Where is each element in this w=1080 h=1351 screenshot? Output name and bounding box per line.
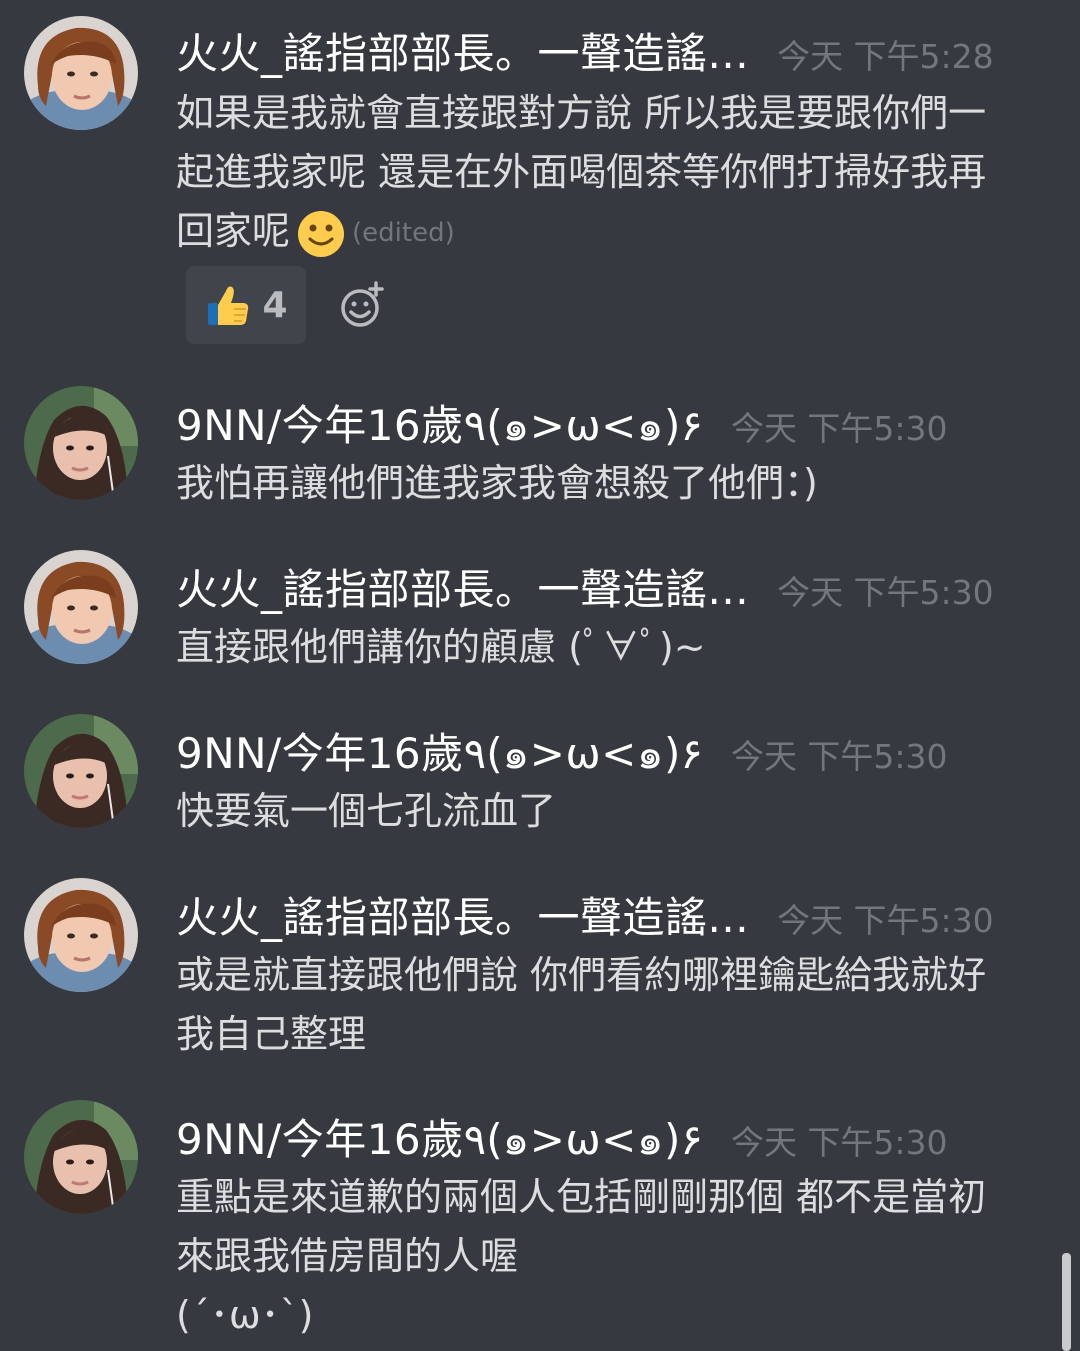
timestamp: 今天 下午5:30 xyxy=(730,1123,948,1162)
author-name[interactable]: 火火_謠指部部長。一聲造謠... xyxy=(176,20,749,81)
message-line: 直接跟他們講你的顧慮 (ﾟ∀ﾟ)~ xyxy=(176,625,706,669)
message-content: 如果是我就會直接跟對方說 所以我是要跟你們一 起進我家呢 還是在外面喝個茶等你們… xyxy=(176,84,1046,263)
add-reaction-icon[interactable] xyxy=(338,280,388,330)
reactions-bar: 4 xyxy=(186,266,388,344)
message-header: 9NN/今年16歲٩(๑>ω<๑)۶ 今天 下午5:30 xyxy=(176,1106,1060,1166)
avatar-orange-hair-image xyxy=(24,16,138,130)
message-header: 火火_謠指部部長。一聲造謠... 今天 下午5:30 xyxy=(176,884,1060,944)
author-name[interactable]: 火火_謠指部部長。一聲造謠... xyxy=(176,884,749,945)
timestamp: 今天 下午5:30 xyxy=(730,737,948,776)
message-line: (´･ω･`) xyxy=(176,1293,314,1337)
slightly-smiling-face-icon xyxy=(298,210,345,257)
message-4: 火火_謠指部部長。一聲造謠... 今天 下午5:30 或是就直接跟他們說 你們看… xyxy=(0,874,1080,1074)
message-header: 9NN/今年16歲٩(๑>ω<๑)۶ 今天 下午5:30 xyxy=(176,720,1060,780)
timestamp: 今天 下午5:30 xyxy=(777,573,994,612)
message-line: 如果是我就會直接跟對方說 所以我是要跟你們一 xyxy=(176,91,987,135)
message-content: 我怕再讓他們進我家我會想殺了他們：) xyxy=(176,454,1046,513)
message-0: 火火_謠指部部長。一聲造謠... 今天 下午5:28 如果是我就會直接跟對方說 … xyxy=(0,0,1080,360)
message-header: 9NN/今年16歲٩(๑>ω<๑)۶ 今天 下午5:30 xyxy=(176,392,1060,452)
message-line: 重點是來道歉的兩個人包括剛剛那個 都不是當初 xyxy=(176,1175,987,1219)
reaction-count: 4 xyxy=(262,284,288,326)
message-2: 火火_謠指部部長。一聲造謠... 今天 下午5:30 直接跟他們講你的顧慮 (ﾟ… xyxy=(0,546,1080,696)
author-name[interactable]: 9NN/今年16歲٩(๑>ω<๑)۶ xyxy=(176,720,703,787)
avatar-dark-hair-image xyxy=(24,1100,138,1214)
message-content: 重點是來道歉的兩個人包括剛剛那個 都不是當初 來跟我借房間的人喔 (´･ω･`) xyxy=(176,1168,1046,1345)
author-name[interactable]: 9NN/今年16歲٩(๑>ω<๑)۶ xyxy=(176,1106,703,1173)
avatar[interactable] xyxy=(24,1100,138,1214)
message-3: 9NN/今年16歲٩(๑>ω<๑)۶ 今天 下午5:30 快要氣一個七孔流血了 xyxy=(0,710,1080,860)
message-header: 火火_謠指部部長。一聲造謠... 今天 下午5:28 xyxy=(176,20,1060,80)
thumbs-up-icon xyxy=(208,286,249,325)
message-line: 快要氣一個七孔流血了 xyxy=(176,789,557,833)
avatar[interactable] xyxy=(24,550,138,664)
avatar[interactable] xyxy=(24,878,138,992)
message-content: 直接跟他們講你的顧慮 (ﾟ∀ﾟ)~ xyxy=(176,618,1046,677)
avatar[interactable] xyxy=(24,714,138,828)
avatar-dark-hair-image xyxy=(24,386,138,500)
avatar-orange-hair-image xyxy=(24,878,138,992)
message-line: 我自己整理 xyxy=(176,1012,367,1056)
message-line: 我怕再讓他們進我家我會想殺了他們：) xyxy=(176,461,818,505)
scrollbar-thumb[interactable] xyxy=(1062,1253,1071,1351)
message-line: 或是就直接跟他們說 你們看約哪裡鑰匙給我就好 xyxy=(176,953,987,997)
message-line: 回家呢 xyxy=(176,209,291,253)
message-1: 9NN/今年16歲٩(๑>ω<๑)۶ 今天 下午5:30 我怕再讓他們進我家我會… xyxy=(0,380,1080,530)
timestamp: 今天 下午5:30 xyxy=(777,901,994,940)
message-line: 起進我家呢 還是在外面喝個茶等你們打掃好我再 xyxy=(176,150,987,194)
message-content: 快要氣一個七孔流血了 xyxy=(176,782,1046,841)
reaction-thumbs-up[interactable]: 4 xyxy=(186,266,306,344)
message-line-with-emoji: 回家呢 (edited) xyxy=(176,202,1046,263)
author-name[interactable]: 9NN/今年16歲٩(๑>ω<๑)۶ xyxy=(176,392,703,459)
avatar[interactable] xyxy=(24,386,138,500)
chat-message-list: 火火_謠指部部長。一聲造謠... 今天 下午5:28 如果是我就會直接跟對方說 … xyxy=(0,0,1080,1351)
message-line: 來跟我借房間的人喔 xyxy=(176,1234,519,1278)
avatar-dark-hair-image xyxy=(24,714,138,828)
timestamp: 今天 下午5:30 xyxy=(730,409,948,448)
avatar-orange-hair-image xyxy=(24,550,138,664)
message-header: 火火_謠指部部長。一聲造謠... 今天 下午5:30 xyxy=(176,556,1060,616)
message-content: 或是就直接跟他們說 你們看約哪裡鑰匙給我就好 我自己整理 xyxy=(176,946,1046,1064)
avatar[interactable] xyxy=(24,16,138,130)
author-name[interactable]: 火火_謠指部部長。一聲造謠... xyxy=(176,556,749,617)
edited-label: (edited) xyxy=(352,218,455,248)
message-5: 9NN/今年16歲٩(๑>ω<๑)۶ 今天 下午5:30 重點是來道歉的兩個人包… xyxy=(0,1096,1080,1351)
timestamp: 今天 下午5:28 xyxy=(777,37,994,76)
